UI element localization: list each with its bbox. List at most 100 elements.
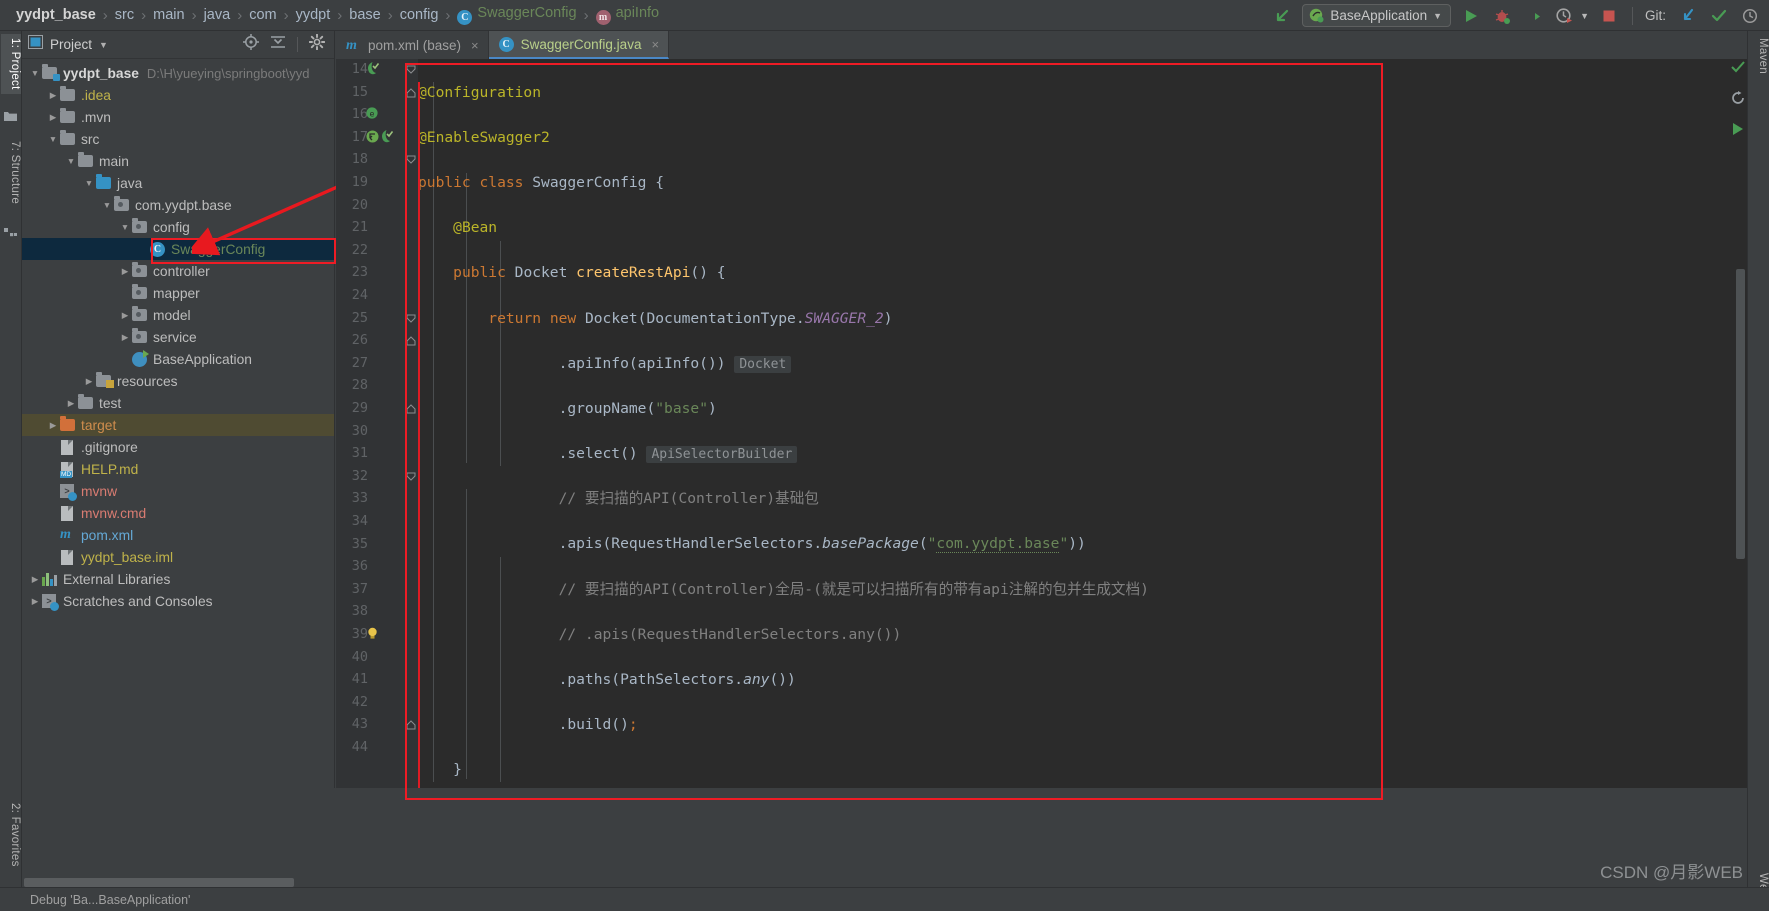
- fold-end-icon[interactable]: [406, 87, 416, 98]
- tree-node-mvnw-cmd[interactable]: mvnw.cmd: [22, 502, 334, 524]
- gutter-line-25[interactable]: 25: [336, 308, 404, 331]
- tree-node-external-libraries[interactable]: External Libraries: [22, 568, 334, 590]
- breadcrumb-item-java[interactable]: java: [198, 7, 237, 23]
- breadcrumb-item-apiinfo[interactable]: m apiInfo: [590, 5, 666, 25]
- breadcrumb-item-swaggerconfig[interactable]: C SwaggerConfig: [451, 5, 582, 25]
- breadcrumb-item-root[interactable]: yydpt_base: [10, 7, 102, 23]
- editor-tab-pom[interactable]: m pom.xml (base) ×: [336, 31, 489, 59]
- tree-node-model[interactable]: model: [22, 304, 334, 326]
- gutter-line-40[interactable]: 40: [336, 647, 404, 670]
- gutter-line-15[interactable]: 15: [336, 82, 404, 105]
- gutter-line-24[interactable]: 24: [336, 285, 404, 308]
- code-folding-column[interactable]: [404, 59, 418, 788]
- close-icon[interactable]: ×: [471, 38, 479, 53]
- tree-node-com-yydpt-base[interactable]: com.yydpt.base: [22, 194, 334, 216]
- gutter-line-27[interactable]: 27: [336, 353, 404, 376]
- debug-icon[interactable]: [1491, 5, 1513, 27]
- override-gutter-icon[interactable]: [366, 130, 379, 147]
- tree-node-mapper[interactable]: mapper: [22, 282, 334, 304]
- gutter-line-19[interactable]: 19: [336, 172, 404, 195]
- tree-node-gitignore[interactable]: .gitignore: [22, 436, 334, 458]
- run-configuration-selector[interactable]: BaseApplication ▼: [1302, 4, 1452, 27]
- run-green-icon[interactable]: [1731, 122, 1745, 141]
- refresh-icon[interactable]: [1731, 91, 1745, 110]
- breadcrumb-item-yydpt[interactable]: yydpt: [290, 7, 337, 23]
- gutter-line-22[interactable]: 22: [336, 240, 404, 263]
- gutter-line-16[interactable]: 16 e: [336, 104, 404, 127]
- tree-expand-arrow-icon[interactable]: [118, 222, 132, 232]
- tree-node-help-md[interactable]: MD HELP.md: [22, 458, 334, 480]
- tree-expand-arrow-icon[interactable]: [46, 112, 60, 123]
- tree-expand-arrow-icon[interactable]: [118, 310, 132, 321]
- fold-collapse-icon[interactable]: [406, 65, 416, 75]
- gutter-line-21[interactable]: 21: [336, 217, 404, 240]
- editor-tab-swaggerconfig[interactable]: C SwaggerConfig.java ×: [488, 31, 670, 59]
- tree-node-scratches-and-consoles[interactable]: >Scratches and Consoles: [22, 590, 334, 612]
- fold-end-icon[interactable]: [406, 720, 416, 730]
- run-icon[interactable]: [1460, 5, 1482, 27]
- update-project-icon[interactable]: [1677, 5, 1699, 27]
- editor-scrollbar-thumb[interactable]: [1736, 269, 1745, 559]
- tree-expand-arrow-icon[interactable]: [82, 376, 96, 387]
- gutter-line-26[interactable]: 26: [336, 330, 404, 353]
- breadcrumb-item-main[interactable]: main: [147, 7, 190, 23]
- close-icon[interactable]: ×: [651, 37, 659, 52]
- fold-collapse-icon[interactable]: [406, 155, 416, 165]
- inspections-ok-icon[interactable]: [1731, 60, 1745, 79]
- code-text[interactable]: @Configuration @EnableSwagger2 public cl…: [418, 59, 1747, 788]
- tree-node-java[interactable]: java: [22, 172, 334, 194]
- project-panel-horizontal-scrollbar[interactable]: [24, 878, 324, 887]
- breadcrumb-item-src[interactable]: src: [109, 7, 140, 23]
- gutter-line-20[interactable]: 20: [336, 195, 404, 218]
- tree-expand-arrow-icon[interactable]: [28, 68, 42, 78]
- gutter-line-28[interactable]: 28: [336, 375, 404, 398]
- stop-icon[interactable]: [1598, 5, 1620, 27]
- tree-node-mvn[interactable]: .mvn: [22, 106, 334, 128]
- breadcrumb-item-base[interactable]: base: [343, 7, 386, 23]
- editor-tab-bar[interactable]: m pom.xml (base) × C SwaggerConfig.java ×: [336, 31, 1747, 59]
- breadcrumb[interactable]: yydpt_base › src › main › java › com › y…: [0, 5, 665, 25]
- editor-gutter[interactable]: 14 15 16 e 17 18 19 20 21 22 23 24 25 26 27 28 29 30 31 32 3…: [336, 59, 404, 788]
- collapse-all-icon[interactable]: [270, 34, 286, 55]
- tree-expand-arrow-icon[interactable]: [64, 398, 78, 409]
- fold-end-icon[interactable]: [406, 336, 416, 346]
- gutter-line-30[interactable]: 30: [336, 421, 404, 444]
- tree-node-resources[interactable]: resources: [22, 370, 334, 392]
- tree-node-yydpt-base[interactable]: yydpt_base D:\H\yueying\springboot\yyd: [22, 62, 334, 84]
- fold-end-icon[interactable]: [406, 404, 416, 414]
- spring-bean-gutter-icon[interactable]: e: [366, 107, 379, 124]
- gutter-line-17[interactable]: 17: [336, 127, 404, 150]
- tree-node-config[interactable]: config: [22, 216, 334, 238]
- green-check-gutter-icon[interactable]: [366, 62, 380, 79]
- tree-expand-arrow-icon[interactable]: [28, 596, 42, 607]
- tool-window-tab-favorites[interactable]: 2: Favorites: [1, 799, 21, 871]
- gutter-line-37[interactable]: 37: [336, 579, 404, 602]
- project-tree[interactable]: yydpt_base D:\H\yueying\springboot\yyd .id…: [22, 59, 334, 788]
- tree-expand-arrow-icon[interactable]: [28, 574, 42, 585]
- tree-expand-arrow-icon[interactable]: [118, 332, 132, 343]
- tree-node-service[interactable]: service: [22, 326, 334, 348]
- tree-expand-arrow-icon[interactable]: [100, 200, 114, 210]
- profiler-chevron-down-icon[interactable]: ▼: [1580, 11, 1589, 21]
- editor-marker-column[interactable]: [1733, 59, 1747, 788]
- gutter-line-41[interactable]: 41: [336, 669, 404, 692]
- tree-expand-arrow-icon[interactable]: [46, 134, 60, 144]
- gutter-line-39[interactable]: 39: [336, 624, 404, 647]
- gutter-line-23[interactable]: 23: [336, 262, 404, 285]
- tree-node-target[interactable]: target: [22, 414, 334, 436]
- tree-node-idea[interactable]: .idea: [22, 84, 334, 106]
- tree-expand-arrow-icon[interactable]: [82, 178, 96, 188]
- gutter-line-38[interactable]: 38: [336, 601, 404, 624]
- intention-bulb-gutter-icon[interactable]: [366, 627, 379, 644]
- gutter-line-14[interactable]: 14: [336, 59, 404, 82]
- tool-window-tab-project[interactable]: 1: Project: [1, 34, 21, 94]
- gear-icon[interactable]: [308, 33, 326, 55]
- gutter-line-35[interactable]: 35: [336, 534, 404, 557]
- tree-node-baseapplication[interactable]: BaseApplication: [22, 348, 334, 370]
- history-icon[interactable]: [1739, 5, 1761, 27]
- tree-node-swaggerconfig[interactable]: C SwaggerConfig: [22, 238, 334, 260]
- gutter-line-18[interactable]: 18: [336, 149, 404, 172]
- chevron-down-icon[interactable]: ▼: [99, 40, 108, 50]
- gutter-line-31[interactable]: 31: [336, 443, 404, 466]
- tool-window-tab-structure[interactable]: 7: Structure: [1, 137, 21, 208]
